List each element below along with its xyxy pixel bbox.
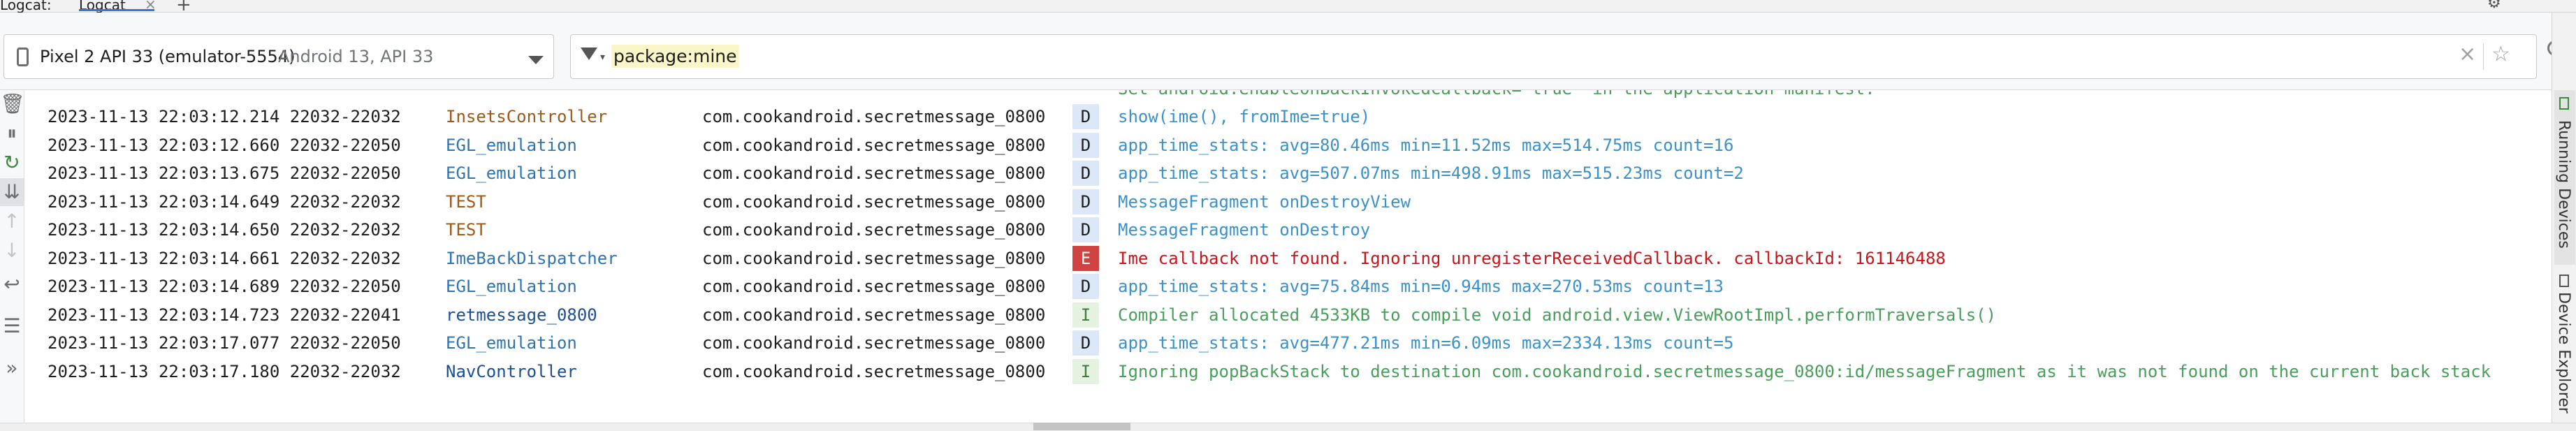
log-timestamp: 2023-11-13 22:03:13.675 22032-22050 [48, 163, 401, 183]
device-explorer-icon[interactable] [2559, 275, 2569, 287]
log-row[interactable]: 2023-11-13 22:03:17.180 22032-22032 NavCo… [24, 358, 2552, 386]
tab-logcat-label: Logcat [79, 0, 126, 13]
tool-window-label: Logcat: [0, 0, 52, 13]
log-tag: EGL_emulation [446, 277, 577, 296]
tool-window-title-bar: Logcat: Logcat × + ⚙ [0, 0, 2576, 15]
log-level-badge: D [1072, 189, 1099, 214]
log-row[interactable]: 2023-11-13 22:03:14.723 22032-22041 retme… [24, 301, 2552, 329]
device-explorer-label[interactable]: Device Explorer [2555, 292, 2573, 414]
soft-wrap-icon[interactable]: ↩ [0, 270, 24, 298]
filter-dropdown-icon[interactable]: ▾ [600, 52, 605, 63]
filter-icon[interactable] [581, 48, 597, 60]
horizontal-scrollbar[interactable] [0, 423, 2576, 431]
log-package: com.cookandroid.secretmessage_0800 [702, 191, 1046, 212]
log-message: app_time_stats: avg=477.21ms min=6.09ms … [1118, 333, 1734, 353]
log-tag: TEST [446, 220, 486, 240]
restart-icon[interactable]: ↻ [0, 149, 24, 177]
device-name: Pixel 2 API 33 (emulator-5554) [40, 47, 296, 66]
log-message: show(ime(), fromIme=true) [1118, 107, 1371, 126]
log-tag: InsetsController [446, 107, 608, 126]
truncated-log-line: Set android:enableOnBackInvokedCallback=… [1118, 90, 1875, 98]
log-package: com.cookandroid.secretmessage_0800 [702, 220, 1046, 240]
log-timestamp: 2023-11-13 22:03:14.661 22032-22032 [48, 248, 401, 268]
log-package: com.cookandroid.secretmessage_0800 [702, 135, 1046, 155]
log-tag: retmessage_0800 [446, 305, 597, 325]
filter-input[interactable]: ▾ package:mine × ☆ [570, 34, 2537, 79]
log-message: app_time_stats: avg=75.84ms min=0.94ms m… [1118, 277, 1724, 296]
log-timestamp: 2023-11-13 22:03:17.180 22032-22032 [48, 361, 401, 381]
log-package: com.cookandroid.secretmessage_0800 [702, 305, 1046, 325]
log-package: com.cookandroid.secretmessage_0800 [702, 277, 1046, 296]
log-message: Compiler allocated 4533KB to compile voi… [1118, 305, 1997, 325]
log-level-badge: D [1072, 161, 1099, 186]
log-package: com.cookandroid.secretmessage_0800 [702, 248, 1046, 268]
divider [2483, 43, 2484, 70]
filter-settings-icon[interactable]: ☰ [0, 312, 24, 340]
log-row[interactable]: 2023-11-13 22:03:12.660 22032-22050 EGL_e… [24, 131, 2552, 159]
log-package: com.cookandroid.secretmessage_0800 [702, 107, 1046, 126]
log-tag: ImeBackDispatcher [446, 248, 618, 268]
log-message: MessageFragment onDestroy [1118, 220, 1371, 240]
log-level-badge: I [1072, 302, 1099, 328]
log-level-badge: D [1072, 330, 1099, 356]
trash-icon[interactable]: 🗑 [0, 90, 25, 118]
close-icon[interactable]: × [145, 0, 157, 13]
log-row[interactable]: 2023-11-13 22:03:13.675 22032-22050 EGL_e… [24, 159, 2552, 187]
logcat-toolbar: Pixel 2 API 33 (emulator-5554) Android 1… [0, 13, 2552, 90]
log-timestamp: 2023-11-13 22:03:12.214 22032-22032 [48, 107, 401, 126]
log-package: com.cookandroid.secretmessage_0800 [702, 361, 1046, 381]
scroll-to-end-icon[interactable]: ⇊ [0, 178, 24, 206]
log-level-badge: E [1072, 245, 1099, 271]
left-toolbar: 🗑 ⏸ ↻ ⇊ ↑ ↓ ↩ ☰ » [0, 90, 25, 423]
log-package: com.cookandroid.secretmessage_0800 [702, 333, 1046, 353]
log-timestamp: 2023-11-13 22:03:14.689 22032-22050 [48, 277, 401, 296]
log-level-badge: D [1072, 217, 1099, 242]
log-message: MessageFragment onDestroyView [1118, 191, 1411, 212]
active-tab-indicator [79, 9, 154, 11]
log-row[interactable]: 2023-11-13 22:03:14.649 22032-22032 TEST c… [24, 188, 2552, 216]
log-row[interactable]: 2023-11-13 22:03:14.689 22032-22050 EGL_e… [24, 272, 2552, 300]
running-devices-icon[interactable] [2559, 97, 2569, 110]
log-level-badge: D [1072, 132, 1099, 158]
log-tag: TEST [446, 191, 486, 212]
log-row[interactable]: 2023-11-13 22:03:17.077 22032-22050 EGL_e… [24, 329, 2552, 357]
log-view[interactable]: Set android:enableOnBackInvokedCallback=… [24, 90, 2552, 423]
pause-icon[interactable]: ⏸ [0, 119, 24, 147]
running-devices-label[interactable]: Running Devices [2555, 120, 2573, 249]
log-timestamp: 2023-11-13 22:03:14.723 22032-22041 [48, 305, 401, 325]
log-row[interactable]: 2023-11-13 22:03:14.650 22032-22032 TEST c… [24, 216, 2552, 244]
log-row[interactable]: 2023-11-13 22:03:12.214 22032-22032 Inset… [24, 103, 2552, 131]
chevron-down-icon[interactable] [528, 56, 544, 64]
log-tag: NavController [446, 361, 577, 381]
log-row[interactable]: 2023-11-13 22:03:14.661 22032-22032 ImeBa… [24, 244, 2552, 272]
phone-icon [17, 48, 29, 66]
clear-icon[interactable]: × [2459, 42, 2476, 66]
log-timestamp: 2023-11-13 22:03:14.650 22032-22032 [48, 220, 401, 240]
more-icon[interactable]: » [0, 354, 24, 382]
device-api: Android 13, API 33 [278, 47, 434, 66]
log-level-badge: I [1072, 358, 1099, 384]
log-timestamp: 2023-11-13 22:03:14.649 22032-22032 [48, 191, 401, 212]
log-message: app_time_stats: avg=80.46ms min=11.52ms … [1118, 135, 1734, 155]
log-message: app_time_stats: avg=507.07ms min=498.91m… [1118, 163, 1744, 183]
down-arrow-icon[interactable]: ↓ [0, 237, 24, 265]
log-timestamp: 2023-11-13 22:03:17.077 22032-22050 [48, 333, 401, 353]
up-arrow-icon[interactable]: ↑ [0, 207, 24, 235]
scrollbar-thumb[interactable] [1033, 423, 1130, 430]
log-level-badge: D [1072, 104, 1099, 129]
log-message: Ime callback not found. Ignoring unregis… [1118, 248, 1946, 268]
gear-icon[interactable]: ⚙ [2487, 0, 2501, 12]
device-selector[interactable]: Pixel 2 API 33 (emulator-5554) Android 1… [3, 34, 554, 79]
log-tag: EGL_emulation [446, 163, 577, 183]
log-message: Ignoring popBackStack to destination com… [1118, 361, 2491, 381]
log-package: com.cookandroid.secretmessage_0800 [702, 163, 1046, 183]
log-level-badge: D [1072, 274, 1099, 299]
log-timestamp: 2023-11-13 22:03:12.660 22032-22050 [48, 135, 401, 155]
filter-query[interactable]: package:mine [611, 45, 739, 68]
star-icon[interactable]: ☆ [2491, 42, 2510, 66]
log-tag: EGL_emulation [446, 333, 577, 353]
log-tag: EGL_emulation [446, 135, 577, 155]
